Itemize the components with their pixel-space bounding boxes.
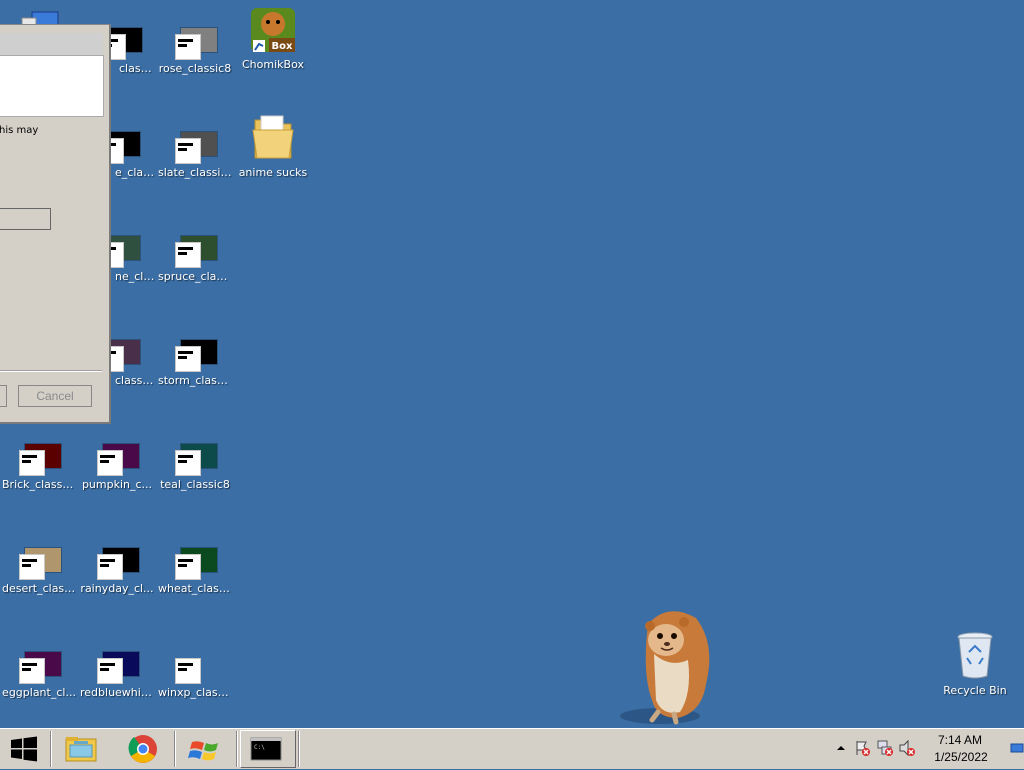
windows-icon: [188, 741, 218, 761]
icon-label: spruce_class...: [158, 270, 233, 283]
icon-label: ChomikBox: [242, 58, 304, 71]
desktop-icon-theme[interactable]: pumpkin_c...: [79, 434, 155, 491]
desktop-icon-theme[interactable]: spruce_class...: [157, 226, 233, 283]
start-button[interactable]: [0, 731, 48, 767]
file-explorer-icon: [65, 737, 97, 762]
dialog-title-strip: [0, 33, 103, 55]
dialog-separator: [0, 370, 102, 372]
desktop-icon-theme[interactable]: winxp_class...: [157, 642, 233, 699]
theme-file-icon: [93, 538, 141, 580]
desktop-icon-theme[interactable]: redbluewhit...: [79, 642, 155, 699]
theme-file-icon: [15, 538, 63, 580]
folder-icon: [251, 110, 295, 162]
icon-label: classic8: [119, 62, 158, 75]
theme-file-icon: [93, 434, 141, 476]
desktop-icon-folder[interactable]: anime sucks: [235, 110, 311, 179]
file-explorer-taskbar-button[interactable]: [56, 731, 106, 767]
icon-label: redbluewhit...: [80, 686, 155, 699]
clock-date[interactable]: 1/25/2022: [926, 750, 996, 764]
icon-label: slate_classic8: [158, 166, 233, 179]
cancel-button[interactable]: Cancel: [18, 385, 92, 407]
desktop-icon-theme[interactable]: slate_classic8: [157, 122, 233, 179]
theme-file-icon: [171, 226, 219, 268]
show-desktop-icon[interactable]: [1010, 741, 1024, 755]
network-icon[interactable]: [876, 739, 894, 760]
icon-label: e_class...: [115, 166, 156, 179]
recycle-bin-icon: [955, 630, 995, 680]
desktop-icon-theme[interactable]: rainyday_cl...: [79, 538, 155, 595]
theme-file-icon: [93, 642, 141, 684]
icon-label: rose_classic8: [158, 62, 232, 75]
theme-file-icon: [171, 18, 219, 60]
icon-label: storm_class...: [158, 374, 233, 387]
icon-label: teal_classic8: [160, 478, 230, 491]
dialog-input-field[interactable]: [0, 208, 51, 230]
action-center-icon[interactable]: [854, 739, 872, 760]
desktop-icon-theme[interactable]: teal_classic8: [157, 434, 233, 491]
dialog-message: his may: [0, 125, 39, 136]
desktop-icon-theme[interactable]: wheat_class...: [157, 538, 233, 595]
desktop-icon-theme[interactable]: rose_classic8: [157, 18, 233, 75]
svg-text:C:\: C:\: [254, 744, 265, 751]
chrome-icon: [128, 735, 157, 763]
svg-text:Box: Box: [272, 41, 293, 52]
desktop-icon-theme[interactable]: eggplant_cl...: [1, 642, 77, 699]
theme-file-icon: [15, 642, 63, 684]
dialog-content-box: [0, 55, 104, 117]
icon-label: ne_cla...: [115, 270, 156, 283]
desktop-icon-theme[interactable]: Brick_classic8: [1, 434, 77, 491]
icon-label: Brick_classic8: [2, 478, 77, 491]
icon-label: winxp_class...: [158, 686, 233, 699]
system-tray: 7:14 AM 1/25/2022: [824, 729, 1024, 769]
volume-muted-icon[interactable]: [898, 739, 916, 760]
theme-file-icon: [171, 330, 219, 372]
desktop-icon-recycle-bin[interactable]: Recycle Bin: [937, 630, 1013, 697]
icon-label: eggplant_cl...: [2, 686, 76, 699]
theme-file-icon: [171, 538, 219, 580]
taskbar: C:\ 7:14 AM 1/25/2022: [0, 728, 1024, 769]
clock-time[interactable]: 7:14 AM: [930, 733, 990, 747]
cmd-icon: C:\: [250, 737, 282, 761]
theme-file-icon: [171, 122, 219, 164]
icon-label: wheat_class...: [158, 582, 233, 595]
theme-file-icon: [15, 434, 63, 476]
desktop-icon-theme[interactable]: storm_class...: [157, 330, 233, 387]
desktop-icon-theme[interactable]: desert_class...: [1, 538, 77, 595]
icon-label: anime sucks: [238, 166, 308, 179]
hamster-desktop-pet[interactable]: [618, 604, 718, 728]
desktop-icon-chomikbox[interactable]: Box ChomikBox: [235, 6, 311, 71]
theme-file-icon: [171, 434, 219, 476]
chomikbox-app-icon: Box: [249, 6, 297, 54]
icon-label: Recycle Bin: [943, 684, 1007, 697]
icon-label: pumpkin_c...: [81, 478, 153, 491]
theme-file-icon: [171, 642, 219, 684]
icon-label: rainyday_cl...: [80, 582, 154, 595]
show-hidden-icons-icon[interactable]: [836, 743, 846, 756]
cmd-taskbar-button[interactable]: C:\: [240, 730, 296, 768]
icon-label: classic8: [115, 374, 156, 387]
ok-button[interactable]: [0, 385, 7, 407]
windows-taskbar-button[interactable]: [180, 731, 230, 767]
dialog-window: his may Cancel: [0, 24, 111, 424]
chrome-taskbar-button[interactable]: [118, 731, 168, 767]
icon-label: desert_class...: [2, 582, 77, 595]
